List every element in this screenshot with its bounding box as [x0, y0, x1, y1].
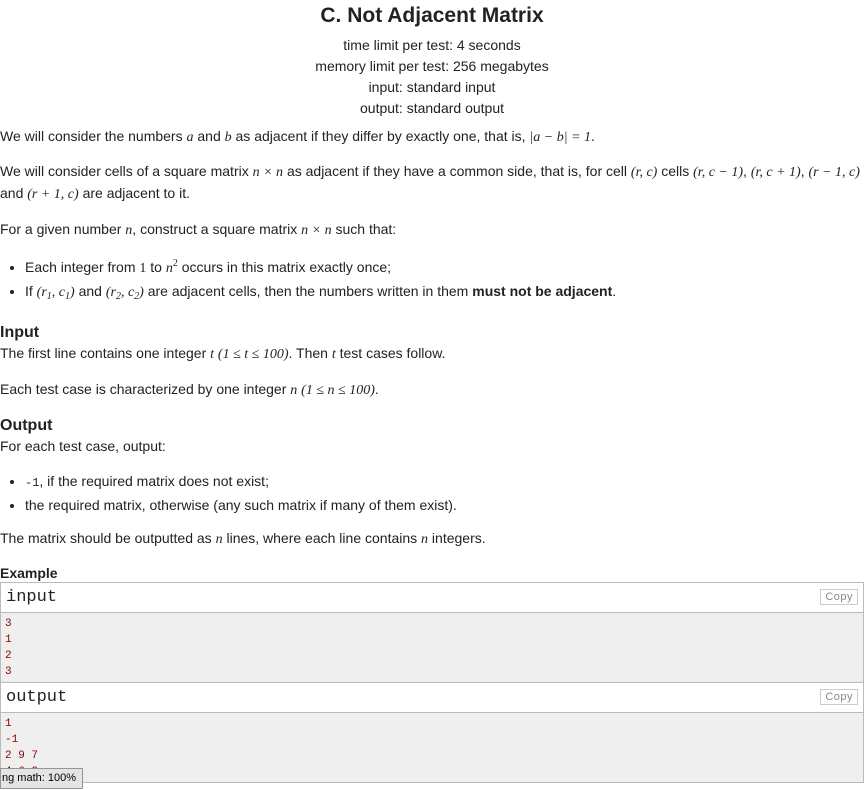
problem-statement: We will consider the numbers a and b as …: [0, 126, 864, 308]
example-input-content[interactable]: 3 1 2 3: [1, 613, 863, 682]
input-spec: input: standard input: [368, 79, 496, 95]
output-line: 2 9 7: [5, 750, 39, 762]
copy-output-button[interactable]: Copy: [820, 689, 858, 705]
problem-header: C. Not Adjacent Matrix time limit per te…: [0, 0, 864, 119]
input-section-title: Input: [0, 324, 40, 341]
problem-limits: time limit per test: 4 seconds memory li…: [0, 35, 864, 119]
statement-paragraph-1: We will consider the numbers a and b as …: [0, 128, 595, 145]
input-line: 3: [5, 666, 12, 678]
output-intro: For each test case, output:: [0, 438, 166, 454]
input-line-1: The first line contains one integer t (1…: [0, 345, 446, 362]
list-item: If (r1, c1) and (r2, c2) are adjacent ce…: [25, 280, 864, 308]
example-output-box: output Copy 1 -1 2 9 7 4 6 3: [0, 683, 864, 783]
output-line: -1: [5, 734, 19, 746]
input-section: Input The first line contains one intege…: [0, 324, 864, 401]
example-output-content[interactable]: 1 -1 2 9 7 4 6 3: [1, 713, 863, 782]
example-input-label: input: [6, 588, 58, 607]
output-section-title: Output: [0, 417, 53, 434]
problem-page: C. Not Adjacent Matrix time limit per te…: [0, 0, 864, 790]
output-list: -1, if the required matrix does not exis…: [0, 470, 864, 516]
list-item: the required matrix, otherwise (any such…: [25, 494, 864, 516]
statement-paragraph-3: For a given number n, construct a square…: [0, 221, 397, 238]
time-limit: time limit per test: 4 seconds: [343, 37, 521, 53]
math-rendering-status: ng math: 100%: [0, 768, 83, 789]
list-item: -1, if the required matrix does not exis…: [25, 470, 864, 494]
example-input-box: input Copy 3 1 2 3: [0, 582, 864, 683]
example-section: Example input Copy 3 1 2 3 output Copy 1…: [0, 564, 864, 783]
constraint-list: Each integer from 1 to n2 occurs in this…: [0, 253, 864, 308]
problem-title: C. Not Adjacent Matrix: [320, 4, 544, 27]
output-section: Output For each test case, output: -1, i…: [0, 417, 864, 550]
example-output-header: output Copy: [1, 683, 863, 713]
statement-paragraph-2: We will consider cells of a square matri…: [0, 163, 860, 202]
input-line-2: Each test case is characterized by one i…: [0, 381, 379, 398]
input-line: 2: [5, 650, 12, 662]
example-title: Example: [0, 565, 58, 581]
input-line: 1: [5, 634, 12, 646]
example-input-header: input Copy: [1, 583, 863, 613]
output-line: 1: [5, 718, 12, 730]
example-output-label: output: [6, 688, 68, 707]
copy-input-button[interactable]: Copy: [820, 589, 858, 605]
output-footer: The matrix should be outputted as n line…: [0, 530, 486, 547]
output-spec: output: standard output: [360, 100, 504, 116]
input-line: 3: [5, 618, 12, 630]
list-item: Each integer from 1 to n2 occurs in this…: [25, 253, 864, 280]
output-line: 4 6 3: [5, 764, 859, 780]
memory-limit: memory limit per test: 256 megabytes: [315, 58, 549, 74]
